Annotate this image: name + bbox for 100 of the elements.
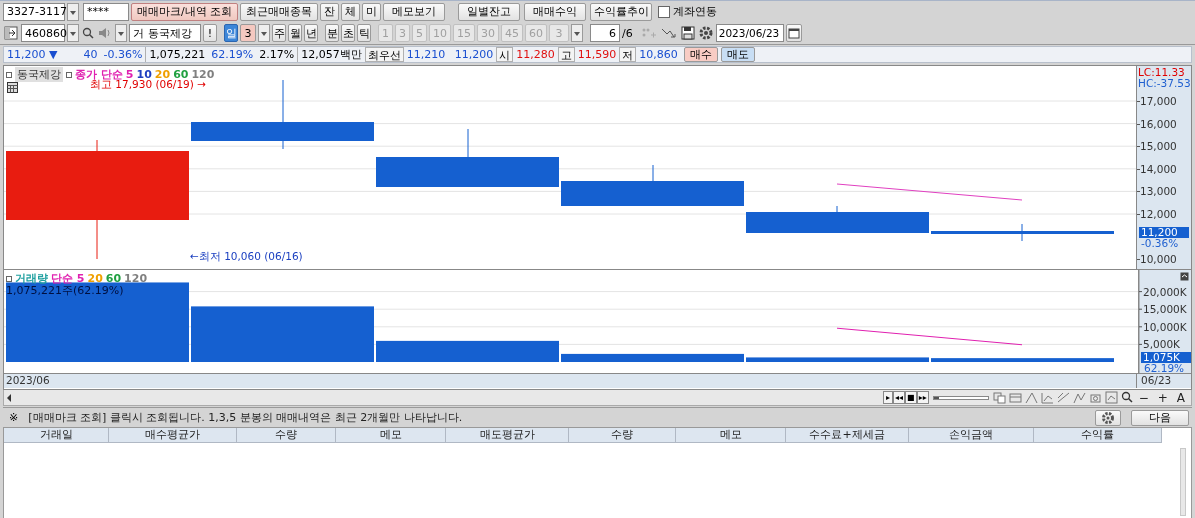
settings-icon — [1101, 410, 1115, 425]
account-field[interactable]: 3327-3117 — [3, 2, 65, 21]
axis-tick-label: 5,000K — [1143, 338, 1180, 351]
zigzag-icon[interactable] — [1072, 391, 1086, 404]
quote-value: 11,200 — [453, 47, 495, 62]
period-tab[interactable]: 주 — [272, 24, 286, 42]
period-tab[interactable]: 월 — [288, 24, 302, 42]
toolbar-button[interactable]: 최근매매종목 — [240, 2, 319, 21]
indicator-value: HC:-37.53 — [1138, 78, 1191, 89]
axis-tick-label: 20,000K — [1143, 285, 1187, 298]
quote-value: 40 — [82, 47, 99, 62]
period-tab[interactable]: 초 — [341, 24, 355, 42]
checkbox[interactable] — [658, 5, 671, 18]
toolbar-button[interactable]: 체 — [341, 2, 361, 21]
layers-icon[interactable] — [992, 391, 1006, 404]
period-count-field[interactable]: 3 — [240, 24, 256, 42]
column-header[interactable]: 수수료+제세금 — [786, 428, 909, 442]
legend-item: 60 — [105, 272, 122, 285]
legend-item: 120 — [191, 68, 215, 81]
stock-name-field[interactable]: 거 동국제강 — [129, 24, 201, 42]
quote-value: 1,075,221 — [148, 47, 207, 62]
checkbox-label: 계좌연동 — [673, 4, 718, 19]
date-field[interactable]: 2023/06/23 — [715, 24, 784, 42]
axis-tick-label: 10,000 — [1140, 253, 1177, 266]
quote-value: 11,200 ▼ — [6, 47, 59, 62]
search-icon[interactable] — [1120, 391, 1133, 404]
legend-item: 20 — [87, 272, 103, 285]
code-field[interactable]: 460860 — [21, 24, 65, 42]
axis-tick-label: 16,000 — [1140, 117, 1177, 130]
sell-button[interactable]: 매도 — [720, 47, 755, 62]
axis-tick-label: 15,000K — [1143, 303, 1187, 316]
series-name: 거래량 — [15, 271, 48, 286]
report-button[interactable]: 매매수익 — [524, 2, 587, 21]
quote-label: 고 — [557, 47, 575, 62]
line-chart-icon[interactable] — [1040, 391, 1054, 404]
legend-item: 120 — [124, 272, 148, 285]
column-header[interactable]: 손익금액 — [909, 428, 1034, 442]
period-tab[interactable]: 일 — [224, 24, 238, 42]
dropdown-button[interactable] — [67, 2, 79, 21]
settings-button[interactable] — [1095, 409, 1121, 426]
toolbar-button[interactable]: 잔 — [320, 2, 340, 21]
zoom-button[interactable]: − — [1135, 390, 1152, 405]
diagonal-lines-icon[interactable] — [1056, 391, 1070, 404]
last-change-label: -0.36% — [1141, 238, 1179, 250]
zoom-button[interactable]: + — [1154, 390, 1171, 405]
period-tab[interactable]: 년 — [304, 24, 318, 42]
chart-symbol: 동국제강 — [15, 67, 63, 82]
legend-item: 20 — [154, 68, 171, 81]
column-header[interactable]: 메모 — [336, 428, 446, 442]
panel-toggle-icon[interactable] — [1180, 272, 1189, 281]
quote-label: 최우선 — [364, 47, 404, 62]
column-header[interactable]: 매수평균가 — [109, 428, 237, 442]
password-field[interactable]: **** — [83, 2, 129, 21]
zoom-slider-thumb[interactable] — [933, 396, 940, 399]
column-header[interactable]: 메모 — [676, 428, 786, 442]
period-tab[interactable]: 틱 — [357, 24, 371, 42]
square-bullet-icon — [66, 71, 72, 78]
axis-tick-label: 14,000 — [1140, 162, 1177, 175]
axis-tick-label: 13,000 — [1140, 185, 1177, 198]
search-icon[interactable] — [81, 25, 95, 41]
toolbar-button[interactable]: 메모보기 — [383, 2, 446, 21]
toolbar-button[interactable]: 매매마크/내역 조회 — [131, 2, 239, 21]
date-label: 06/23 — [1136, 374, 1191, 388]
quote-value: 62.19% — [210, 47, 255, 62]
report-button[interactable]: 수익률추이 — [590, 2, 653, 21]
quote-value: 12,057백만 — [300, 47, 363, 62]
buy-button[interactable]: 매수 — [683, 47, 718, 62]
next-button[interactable]: 다음 — [1131, 409, 1189, 426]
chart-nav-button[interactable]: ■ — [905, 391, 917, 404]
dropdown-button[interactable] — [115, 24, 127, 42]
chart-nav-button[interactable]: ◂◂ — [893, 391, 906, 404]
quote-value: 10,860 — [638, 47, 679, 62]
view-count-field[interactable]: 6 — [590, 24, 620, 42]
calendar-button[interactable] — [785, 24, 802, 42]
report-button[interactable]: 일별잔고 — [458, 2, 521, 21]
zoom-button[interactable]: A — [1173, 390, 1188, 405]
alert-button[interactable]: ! — [203, 24, 217, 42]
column-header[interactable]: 수익률 — [1034, 428, 1162, 442]
quote-value: -0.36% — [100, 47, 147, 62]
dropdown-button[interactable] — [258, 24, 270, 42]
window-icon[interactable] — [3, 25, 19, 41]
chart-nav-button[interactable]: ▸ — [883, 391, 894, 404]
dropdown-button[interactable] — [571, 24, 583, 42]
dropdown-button[interactable] — [67, 24, 79, 42]
column-header[interactable]: 거래일 — [4, 428, 109, 442]
toolbar-button[interactable]: 미 — [362, 2, 382, 21]
column-header[interactable]: 수량 — [237, 428, 336, 442]
low-price-note: ←최저 10,060 (06/16) — [190, 250, 303, 264]
settings-icon[interactable] — [697, 25, 714, 41]
column-header[interactable]: 매도평균가 — [446, 428, 569, 442]
stock-name: 동국제강 — [148, 25, 192, 41]
last-volume-marker: 1,075K — [1141, 351, 1191, 363]
quote-value: 11,280 — [515, 47, 556, 62]
save-icon[interactable] — [679, 25, 696, 41]
grid-icon[interactable] — [7, 82, 18, 93]
column-header[interactable]: 수량 — [569, 428, 676, 442]
scrollbar[interactable] — [1180, 448, 1186, 516]
legend-item: 10 — [136, 68, 152, 81]
legend-item: 5 — [125, 68, 134, 81]
period-tab[interactable]: 분 — [325, 24, 339, 42]
